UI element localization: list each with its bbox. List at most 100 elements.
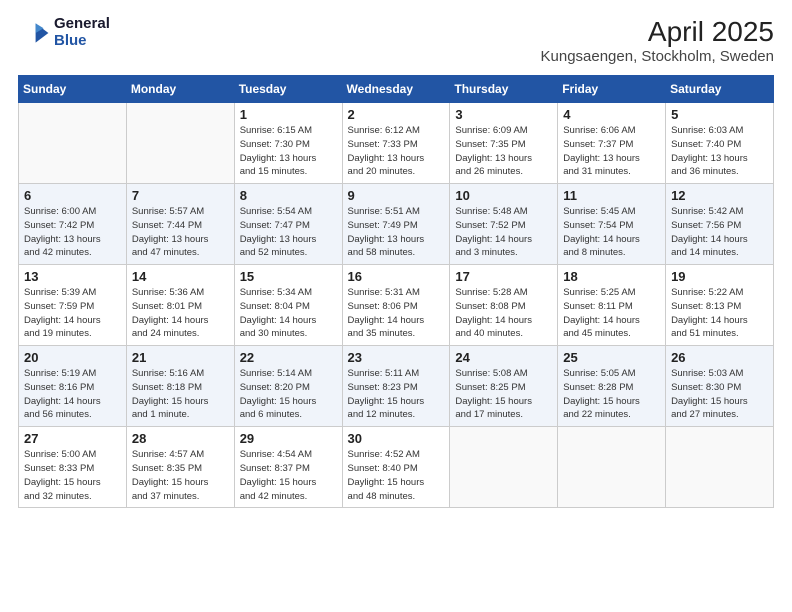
day-info: Sunrise: 5:00 AM Sunset: 8:33 PM Dayligh… [24,448,121,503]
day-number: 23 [348,350,445,365]
day-info: Sunrise: 5:51 AM Sunset: 7:49 PM Dayligh… [348,205,445,260]
logo: General Blue [18,16,110,49]
calendar-cell [558,427,666,508]
calendar-cell: 15 Sunrise: 5:34 AM Sunset: 8:04 PM Dayli… [234,265,342,346]
calendar-cell: 28 Sunrise: 4:57 AM Sunset: 8:35 PM Dayli… [126,427,234,508]
calendar-cell: 29 Sunrise: 4:54 AM Sunset: 8:37 PM Dayli… [234,427,342,508]
calendar-cell: 8 Sunrise: 5:54 AM Sunset: 7:47 PM Daylig… [234,184,342,265]
day-number: 30 [348,431,445,446]
day-info: Sunrise: 5:22 AM Sunset: 8:13 PM Dayligh… [671,286,768,341]
day-number: 12 [671,188,768,203]
day-number: 24 [455,350,552,365]
header-sunday: Sunday [19,76,127,103]
calendar-cell: 7 Sunrise: 5:57 AM Sunset: 7:44 PM Daylig… [126,184,234,265]
day-info: Sunrise: 5:19 AM Sunset: 8:16 PM Dayligh… [24,367,121,422]
calendar-cell: 12 Sunrise: 5:42 AM Sunset: 7:56 PM Dayli… [666,184,774,265]
day-info: Sunrise: 5:11 AM Sunset: 8:23 PM Dayligh… [348,367,445,422]
day-number: 25 [563,350,660,365]
day-number: 19 [671,269,768,284]
header-friday: Friday [558,76,666,103]
header-wednesday: Wednesday [342,76,450,103]
calendar-cell: 16 Sunrise: 5:31 AM Sunset: 8:06 PM Dayli… [342,265,450,346]
calendar-cell: 10Sunrise: 5:48 AM Sunset: 7:52 PM Dayli… [450,184,558,265]
day-number: 5 [671,107,768,122]
logo-general-text: General [54,16,110,33]
day-number: 22 [240,350,337,365]
calendar-table: Sunday Monday Tuesday Wednesday Thursday… [18,75,774,508]
day-info: Sunrise: 5:28 AM Sunset: 8:08 PM Dayligh… [455,286,552,341]
calendar-cell [126,103,234,184]
header-thursday: Thursday [450,76,558,103]
day-number: 6 [24,188,121,203]
header-monday: Monday [126,76,234,103]
day-info: Sunrise: 5:45 AM Sunset: 7:54 PM Dayligh… [563,205,660,260]
day-info: Sunrise: 6:15 AM Sunset: 7:30 PM Dayligh… [240,124,337,179]
calendar-cell: 22Sunrise: 5:14 AM Sunset: 8:20 PM Dayli… [234,346,342,427]
calendar-title: April 2025 [541,16,775,48]
weekday-header-row: Sunday Monday Tuesday Wednesday Thursday… [19,76,774,103]
day-number: 14 [132,269,229,284]
day-number: 3 [455,107,552,122]
day-info: Sunrise: 5:16 AM Sunset: 8:18 PM Dayligh… [132,367,229,422]
day-number: 4 [563,107,660,122]
calendar-cell [19,103,127,184]
calendar-cell: 21 Sunrise: 5:16 AM Sunset: 8:18 PM Dayli… [126,346,234,427]
day-info: Sunrise: 5:54 AM Sunset: 7:47 PM Dayligh… [240,205,337,260]
day-number: 9 [348,188,445,203]
day-info: Sunrise: 5:08 AM Sunset: 8:25 PM Dayligh… [455,367,552,422]
day-info: Sunrise: 6:03 AM Sunset: 7:40 PM Dayligh… [671,124,768,179]
header-saturday: Saturday [666,76,774,103]
day-info: Sunrise: 5:25 AM Sunset: 8:11 PM Dayligh… [563,286,660,341]
calendar-cell: 6 Sunrise: 6:00 AM Sunset: 7:42 PM Daylig… [19,184,127,265]
calendar-cell: 14Sunrise: 5:36 AM Sunset: 8:01 PM Dayli… [126,265,234,346]
calendar-cell: 30 Sunrise: 4:52 AM Sunset: 8:40 PM Dayli… [342,427,450,508]
calendar-cell: 19 Sunrise: 5:22 AM Sunset: 8:13 PM Dayli… [666,265,774,346]
day-number: 7 [132,188,229,203]
calendar-cell: 11Sunrise: 5:45 AM Sunset: 7:54 PM Dayli… [558,184,666,265]
calendar-week-row: 20Sunrise: 5:19 AM Sunset: 8:16 PM Dayli… [19,346,774,427]
day-number: 27 [24,431,121,446]
page: General Blue April 2025 Kungsaengen, Sto… [0,0,792,612]
calendar-cell: 5 Sunrise: 6:03 AM Sunset: 7:40 PM Daylig… [666,103,774,184]
calendar-week-row: 6 Sunrise: 6:00 AM Sunset: 7:42 PM Daylig… [19,184,774,265]
day-info: Sunrise: 5:57 AM Sunset: 7:44 PM Dayligh… [132,205,229,260]
day-number: 16 [348,269,445,284]
calendar-cell [450,427,558,508]
calendar-cell: 27 Sunrise: 5:00 AM Sunset: 8:33 PM Dayli… [19,427,127,508]
day-number: 15 [240,269,337,284]
header-tuesday: Tuesday [234,76,342,103]
day-number: 1 [240,107,337,122]
day-info: Sunrise: 4:57 AM Sunset: 8:35 PM Dayligh… [132,448,229,503]
day-info: Sunrise: 6:09 AM Sunset: 7:35 PM Dayligh… [455,124,552,179]
day-info: Sunrise: 5:42 AM Sunset: 7:56 PM Dayligh… [671,205,768,260]
calendar-cell: 2 Sunrise: 6:12 AM Sunset: 7:33 PM Daylig… [342,103,450,184]
day-info: Sunrise: 5:39 AM Sunset: 7:59 PM Dayligh… [24,286,121,341]
day-number: 2 [348,107,445,122]
day-info: Sunrise: 6:12 AM Sunset: 7:33 PM Dayligh… [348,124,445,179]
logo-icon [18,17,50,49]
day-info: Sunrise: 5:34 AM Sunset: 8:04 PM Dayligh… [240,286,337,341]
day-number: 18 [563,269,660,284]
calendar-week-row: 1 Sunrise: 6:15 AM Sunset: 7:30 PM Daylig… [19,103,774,184]
day-info: Sunrise: 6:00 AM Sunset: 7:42 PM Dayligh… [24,205,121,260]
day-info: Sunrise: 4:52 AM Sunset: 8:40 PM Dayligh… [348,448,445,503]
calendar-cell: 1 Sunrise: 6:15 AM Sunset: 7:30 PM Daylig… [234,103,342,184]
day-number: 17 [455,269,552,284]
logo-blue-text: Blue [54,33,110,50]
day-info: Sunrise: 5:31 AM Sunset: 8:06 PM Dayligh… [348,286,445,341]
calendar-cell: 4Sunrise: 6:06 AM Sunset: 7:37 PM Daylig… [558,103,666,184]
calendar-cell: 3 Sunrise: 6:09 AM Sunset: 7:35 PM Daylig… [450,103,558,184]
calendar-week-row: 13 Sunrise: 5:39 AM Sunset: 7:59 PM Dayli… [19,265,774,346]
header: General Blue April 2025 Kungsaengen, Sto… [18,16,774,65]
calendar-cell [666,427,774,508]
day-info: Sunrise: 4:54 AM Sunset: 8:37 PM Dayligh… [240,448,337,503]
day-number: 28 [132,431,229,446]
day-number: 29 [240,431,337,446]
calendar-cell: 9 Sunrise: 5:51 AM Sunset: 7:49 PM Daylig… [342,184,450,265]
calendar-cell: 24 Sunrise: 5:08 AM Sunset: 8:25 PM Dayli… [450,346,558,427]
day-info: Sunrise: 5:05 AM Sunset: 8:28 PM Dayligh… [563,367,660,422]
day-number: 8 [240,188,337,203]
calendar-cell: 18 Sunrise: 5:25 AM Sunset: 8:11 PM Dayli… [558,265,666,346]
day-number: 13 [24,269,121,284]
day-number: 21 [132,350,229,365]
